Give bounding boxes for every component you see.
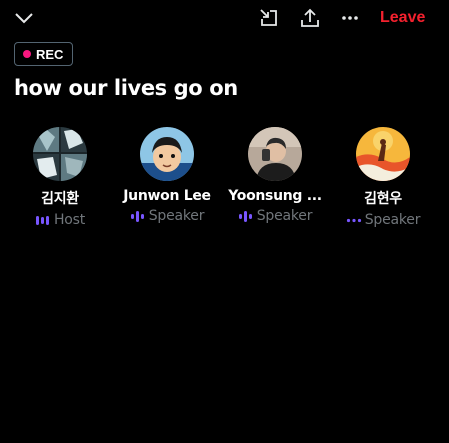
speaker-name: Junwon Lee <box>123 188 211 204</box>
speaker-name: Yoonsung ... <box>228 188 322 204</box>
avatar <box>356 127 410 181</box>
recording-label: REC <box>36 46 64 62</box>
avatar <box>248 127 302 181</box>
speaker-name: 김현우 <box>364 191 402 207</box>
speaker-name: 김지환 <box>41 191 79 207</box>
share-icon <box>301 8 319 27</box>
audio-bars-icon <box>130 211 144 222</box>
leave-button[interactable]: Leave <box>380 9 425 27</box>
speaker-role: Speaker <box>329 212 437 228</box>
speaker-card-host[interactable]: 김지환 Host <box>6 127 114 228</box>
speaker-role: Speaker <box>113 208 221 224</box>
share-button[interactable] <box>298 6 322 30</box>
speaker-card-hyunwoo[interactable]: 김현우 Speaker <box>329 127 437 228</box>
more-options-button[interactable] <box>338 6 362 30</box>
speaker-card-junwon[interactable]: Junwon Lee Speaker <box>113 127 221 224</box>
audio-bars-icon <box>238 211 252 222</box>
speaker-role: Speaker <box>221 208 329 224</box>
collapse-button[interactable] <box>12 6 36 30</box>
speaker-card-yoonsung[interactable]: Yoonsung ... Speaker <box>221 127 329 224</box>
minimize-button[interactable] <box>257 6 281 30</box>
recording-dot <box>23 50 31 58</box>
top-bar: Leave <box>0 0 449 36</box>
avatar <box>33 127 87 181</box>
minimize-icon <box>260 9 277 26</box>
audio-bars-icon <box>35 216 49 225</box>
dots-icon <box>346 218 361 223</box>
recording-badge: REC <box>14 42 74 66</box>
speaker-role: Host <box>6 212 114 228</box>
space-title: how our lives go on <box>14 76 238 100</box>
avatar <box>140 127 194 181</box>
chevron-down-icon <box>15 13 33 24</box>
more-icon <box>342 16 358 20</box>
